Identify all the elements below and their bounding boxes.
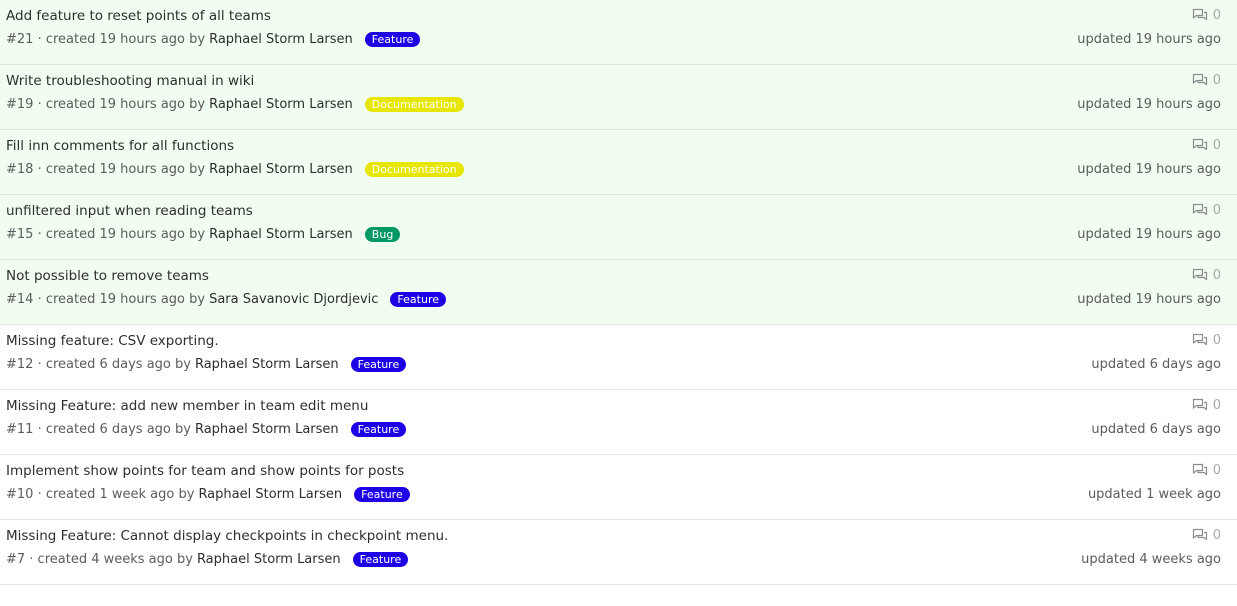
issue-author-link[interactable]: Raphael Storm Larsen xyxy=(209,32,353,47)
issue-row[interactable]: unfiltered input when reading teams #15 … xyxy=(0,195,1237,260)
issue-meta: #18 · created 19 hours ago by Raphael St… xyxy=(6,162,464,177)
issue-reference-created: #15 · created 19 hours ago by xyxy=(6,227,206,242)
issue-author-link[interactable]: Raphael Storm Larsen xyxy=(209,97,353,112)
comments-icon xyxy=(1192,203,1207,216)
issue-author-link[interactable]: Sara Savanovic Djordjevic xyxy=(209,292,378,307)
issue-reference-created: #19 · created 19 hours ago by xyxy=(6,97,206,112)
issue-row[interactable]: Missing Feature: Cannot display checkpoi… xyxy=(0,520,1237,585)
comments-icon xyxy=(1192,8,1207,21)
comments-number: 0 xyxy=(1212,528,1221,543)
comments-number: 0 xyxy=(1212,333,1221,348)
issue-title-link[interactable]: Missing Feature: Cannot display checkpoi… xyxy=(6,528,448,544)
issue-label-badge[interactable]: Documentation xyxy=(364,162,464,177)
issue-meta: #11 · created 6 days ago by Raphael Stor… xyxy=(6,422,407,437)
comments-count[interactable]: 0 xyxy=(1192,333,1221,348)
comments-icon xyxy=(1192,73,1207,86)
comments-number: 0 xyxy=(1212,203,1221,218)
issue-row[interactable]: Add feature to reset points of all teams… xyxy=(0,0,1237,65)
issue-meta: #10 · created 1 week ago by Raphael Stor… xyxy=(6,487,410,502)
issue-title-link[interactable]: Missing feature: CSV exporting. xyxy=(6,333,219,349)
issue-title-link[interactable]: Add feature to reset points of all teams xyxy=(6,8,271,24)
comments-number: 0 xyxy=(1212,73,1221,88)
issue-label-badge[interactable]: Feature xyxy=(352,552,409,567)
issue-label-badge[interactable]: Feature xyxy=(354,487,410,502)
issue-label-badge[interactable]: Feature xyxy=(390,292,446,307)
comments-count[interactable]: 0 xyxy=(1192,8,1221,23)
issue-updated-time: updated 19 hours ago xyxy=(1077,227,1221,242)
issue-author-link[interactable]: Raphael Storm Larsen xyxy=(209,227,353,242)
issue-updated-time: updated 4 weeks ago xyxy=(1081,552,1221,567)
issue-updated-time: updated 19 hours ago xyxy=(1077,292,1221,307)
issue-reference-created: #11 · created 6 days ago by xyxy=(6,422,191,437)
comments-count[interactable]: 0 xyxy=(1192,398,1221,413)
issue-meta: #7 · created 4 weeks ago by Raphael Stor… xyxy=(6,552,409,567)
issue-title-link[interactable]: Write troubleshooting manual in wiki xyxy=(6,73,254,89)
comments-icon xyxy=(1192,333,1207,346)
issue-author-link[interactable]: Raphael Storm Larsen xyxy=(195,357,339,372)
issue-author-link[interactable]: Raphael Storm Larsen xyxy=(195,422,339,437)
comments-count[interactable]: 0 xyxy=(1192,463,1221,478)
issue-row[interactable]: Missing Feature: add new member in team … xyxy=(0,390,1237,455)
issue-title-link[interactable]: Missing Feature: add new member in team … xyxy=(6,398,368,414)
issue-reference-created: #14 · created 19 hours ago by xyxy=(6,292,206,307)
issue-title-link[interactable]: Implement show points for team and show … xyxy=(6,463,404,479)
issue-reference-created: #10 · created 1 week ago by xyxy=(6,487,195,502)
comments-count[interactable]: 0 xyxy=(1192,138,1221,153)
issue-label-badge[interactable]: Feature xyxy=(364,32,421,47)
issue-row[interactable]: Fill inn comments for all functions #18 … xyxy=(0,130,1237,195)
issue-row[interactable]: Not possible to remove teams #14 · creat… xyxy=(0,260,1237,325)
comments-count[interactable]: 0 xyxy=(1192,268,1221,283)
comments-count[interactable]: 0 xyxy=(1192,203,1221,218)
issue-reference-created: #18 · created 19 hours ago by xyxy=(6,162,206,177)
issue-updated-time: updated 19 hours ago xyxy=(1077,32,1221,47)
issue-title-link[interactable]: Not possible to remove teams xyxy=(6,268,209,284)
comments-number: 0 xyxy=(1212,463,1221,478)
issue-reference-created: #12 · created 6 days ago by xyxy=(6,357,191,372)
issue-meta: #15 · created 19 hours ago by Raphael St… xyxy=(6,227,401,242)
issue-label-badge[interactable]: Documentation xyxy=(364,97,464,112)
issue-author-link[interactable]: Raphael Storm Larsen xyxy=(198,487,342,502)
issue-row[interactable]: Missing feature: CSV exporting. #12 · cr… xyxy=(0,325,1237,390)
issue-meta: #21 · created 19 hours ago by Raphael St… xyxy=(6,32,421,47)
issue-updated-time: updated 6 days ago xyxy=(1091,422,1221,437)
issue-row[interactable]: Write troubleshooting manual in wiki #19… xyxy=(0,65,1237,130)
issue-label-badge[interactable]: Feature xyxy=(350,422,407,437)
issue-updated-time: updated 6 days ago xyxy=(1091,357,1221,372)
comments-number: 0 xyxy=(1212,8,1221,23)
comments-number: 0 xyxy=(1212,268,1221,283)
issue-meta: #19 · created 19 hours ago by Raphael St… xyxy=(6,97,464,112)
issue-updated-time: updated 19 hours ago xyxy=(1077,97,1221,112)
comments-icon xyxy=(1192,138,1207,151)
issue-list: Add feature to reset points of all teams… xyxy=(0,0,1237,585)
issue-row[interactable]: Implement show points for team and show … xyxy=(0,455,1237,520)
issue-label-badge[interactable]: Feature xyxy=(350,357,407,372)
comments-count[interactable]: 0 xyxy=(1192,528,1221,543)
issue-meta: #12 · created 6 days ago by Raphael Stor… xyxy=(6,357,407,372)
issue-author-link[interactable]: Raphael Storm Larsen xyxy=(197,552,341,567)
comments-number: 0 xyxy=(1212,398,1221,413)
issue-label-badge[interactable]: Bug xyxy=(364,227,401,242)
comments-icon xyxy=(1192,463,1207,476)
issue-author-link[interactable]: Raphael Storm Larsen xyxy=(209,162,353,177)
issue-updated-time: updated 19 hours ago xyxy=(1077,162,1221,177)
comments-icon xyxy=(1192,398,1207,411)
issue-meta: #14 · created 19 hours ago by Sara Savan… xyxy=(6,292,446,307)
issue-updated-time: updated 1 week ago xyxy=(1087,487,1221,502)
comments-icon xyxy=(1192,528,1207,541)
issue-reference-created: #21 · created 19 hours ago by xyxy=(6,32,206,47)
comments-icon xyxy=(1192,268,1207,281)
comments-number: 0 xyxy=(1212,138,1221,153)
comments-count[interactable]: 0 xyxy=(1192,73,1221,88)
issue-reference-created: #7 · created 4 weeks ago by xyxy=(6,552,193,567)
issue-title-link[interactable]: Fill inn comments for all functions xyxy=(6,138,234,154)
issue-title-link[interactable]: unfiltered input when reading teams xyxy=(6,203,253,219)
